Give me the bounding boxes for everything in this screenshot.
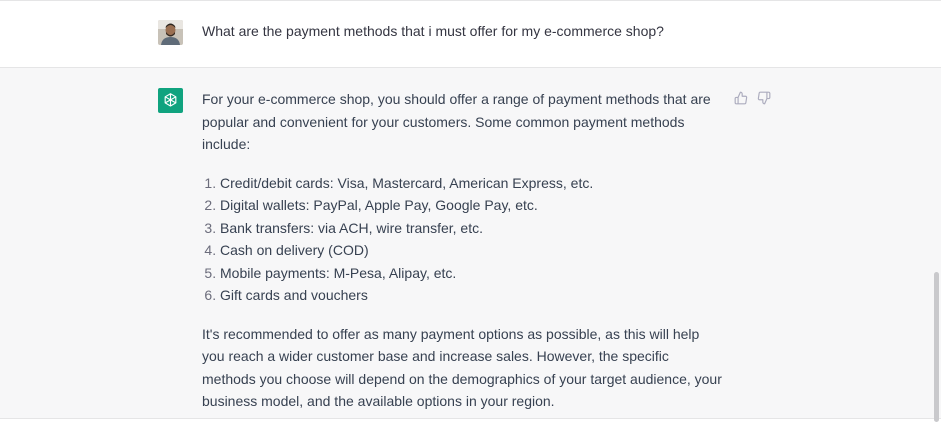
- assistant-closing-paragraph: It's recommended to offer as many paymen…: [202, 325, 722, 410]
- thumbs-down-icon[interactable]: [757, 91, 771, 105]
- list-item: Cash on delivery (COD): [220, 239, 722, 262]
- openai-logo-icon: [158, 88, 183, 113]
- assistant-message-row: For your e-commerce shop, you should off…: [0, 68, 941, 419]
- payment-methods-list: Credit/debit cards: Visa, Mastercard, Am…: [202, 172, 722, 307]
- assistant-intro-paragraph: For your e-commerce shop, you should off…: [202, 91, 711, 152]
- list-item: Credit/debit cards: Visa, Mastercard, Am…: [220, 172, 722, 195]
- list-item: Mobile payments: M-Pesa, Alipay, etc.: [220, 262, 722, 285]
- list-item: Digital wallets: PayPal, Apple Pay, Goog…: [220, 194, 722, 217]
- user-message-text: What are the payment methods that i must…: [202, 23, 664, 39]
- list-item: Bank transfers: via ACH, wire transfer, …: [220, 217, 722, 240]
- user-message-row: What are the payment methods that i must…: [0, 1, 941, 68]
- assistant-message-content: For your e-commerce shop, you should off…: [202, 88, 722, 413]
- feedback-buttons: [734, 91, 771, 105]
- scrollbar-thumb[interactable]: [934, 272, 939, 422]
- list-item: Gift cards and vouchers: [220, 284, 722, 307]
- user-avatar: [158, 20, 183, 45]
- thumbs-up-icon[interactable]: [734, 91, 748, 105]
